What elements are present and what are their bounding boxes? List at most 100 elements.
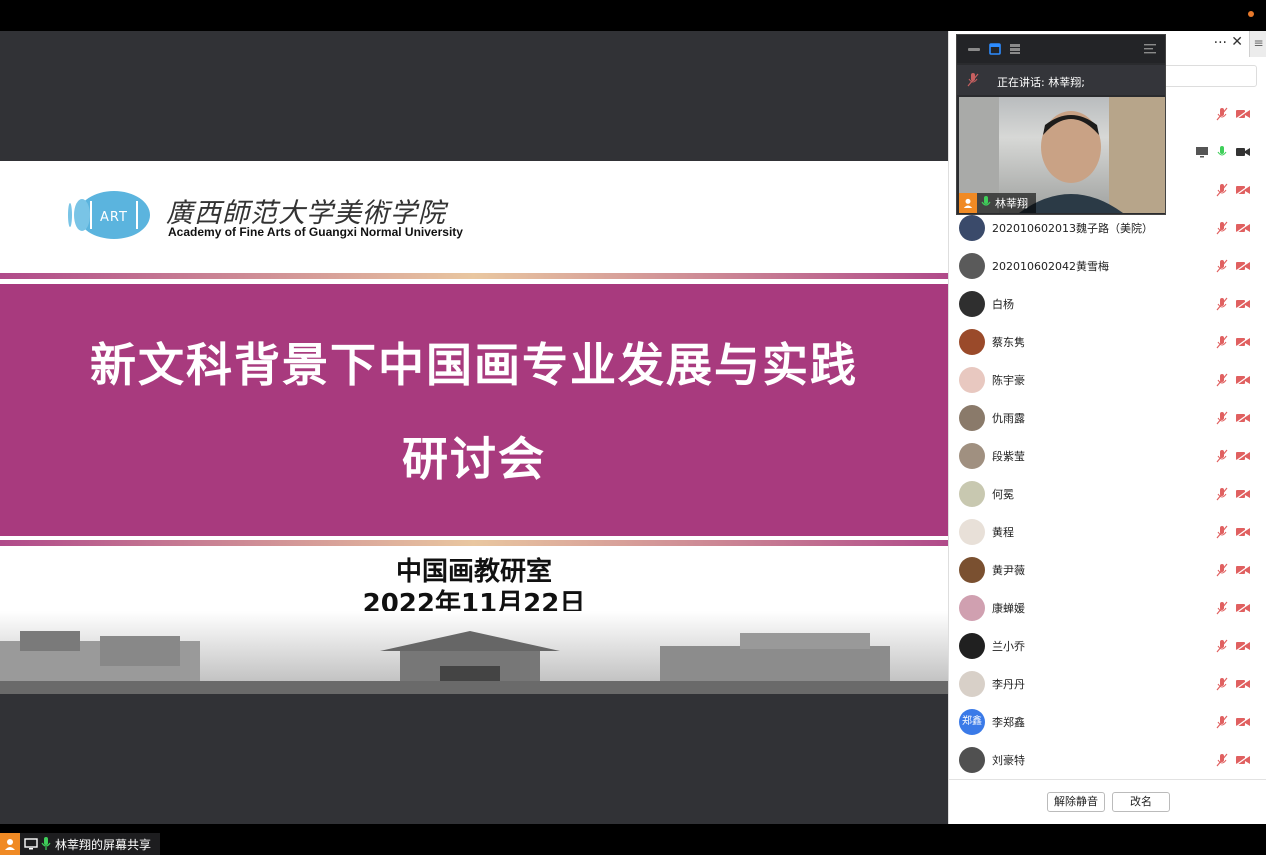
participant-row[interactable]: 康蝉媛 (949, 589, 1266, 627)
microphone-icon (1217, 146, 1227, 156)
close-icon[interactable]: ✕ (1231, 34, 1243, 50)
video-off-icon (1235, 374, 1251, 386)
participant-row[interactable]: 仇雨露 (949, 399, 1266, 437)
video-off-icon (1235, 108, 1251, 120)
participant-row[interactable]: 陈宇豪 (949, 361, 1266, 399)
muted-microphone-icon (1216, 335, 1228, 349)
slide-title-line1: 新文科背景下中国画专业发展与实践 (90, 338, 858, 392)
video-off-icon (1235, 450, 1251, 462)
participant-row[interactable]: 黄尹薇 (949, 551, 1266, 589)
rename-button[interactable]: 改名 (1112, 792, 1170, 812)
muted-microphone-icon (1216, 449, 1228, 463)
video-off-icon (1235, 488, 1251, 500)
logo-english-name: Academy of Fine Arts of Guangxi Normal U… (168, 225, 463, 239)
video-off-icon (1235, 678, 1251, 690)
slide-divider-bottom (0, 540, 948, 546)
screen-share-icon (24, 838, 38, 850)
video-off-icon (1235, 640, 1251, 652)
muted-microphone-icon (967, 73, 979, 87)
participant-row[interactable]: 兰小乔 (949, 627, 1266, 665)
panel-menu-icon[interactable]: ≡ (1249, 31, 1266, 57)
now-speaking-bar: 正在讲话: 林莘翔; (957, 65, 1165, 95)
speaker-window-toolbar (957, 35, 1165, 63)
window-top-bar (0, 0, 1266, 31)
muted-microphone-icon (1216, 259, 1228, 273)
participant-name: 康蝉媛 (992, 602, 1025, 615)
participant-row[interactable]: 黄程 (949, 513, 1266, 551)
participant-row[interactable]: 何冕 (949, 475, 1266, 513)
muted-microphone-icon (1216, 183, 1228, 197)
slide-title-line2: 研讨会 (402, 432, 546, 486)
video-off-icon (1235, 184, 1251, 196)
participant-name: 蔡东隽 (992, 336, 1025, 349)
muted-microphone-icon (1216, 297, 1228, 311)
avatar (959, 215, 985, 241)
muted-microphone-icon (1216, 677, 1228, 691)
participant-name: 白杨 (992, 298, 1014, 311)
participant-search-input[interactable] (1159, 65, 1257, 87)
unmute-all-button[interactable]: 解除静音 (1047, 792, 1105, 812)
avatar (959, 481, 985, 507)
muted-microphone-icon (1216, 487, 1228, 501)
participant-name: 仇雨露 (992, 412, 1025, 425)
participant-row[interactable]: 刘豪特 (949, 741, 1266, 779)
slide-divider-top (0, 273, 948, 279)
participant-row[interactable]: 202010602042黄雪梅 (949, 247, 1266, 285)
muted-microphone-icon (1216, 563, 1228, 577)
avatar (959, 405, 985, 431)
muted-microphone-icon (1216, 601, 1228, 615)
participant-name: 202010602042黄雪梅 (992, 260, 1109, 273)
user-icon (0, 833, 20, 855)
art-logo-icon: ART (68, 191, 150, 239)
active-speaker-window[interactable]: 正在讲话: 林莘翔; 林莘翔 (956, 34, 1166, 215)
muted-microphone-icon (1216, 525, 1228, 539)
more-options-icon[interactable]: ··· (1214, 35, 1227, 51)
participant-name: 兰小乔 (992, 640, 1025, 653)
slide-title-band (0, 284, 948, 536)
collapse-panel-icon[interactable] (1143, 43, 1157, 55)
avatar (959, 671, 985, 697)
screen-share-icon (1196, 147, 1208, 158)
microphone-icon (41, 837, 51, 850)
screen-share-label: 林莘翔的屏幕共享 (55, 837, 152, 852)
status-dot-icon (1248, 11, 1254, 17)
minimize-icon[interactable] (967, 44, 981, 54)
participant-name: 黄尹薇 (992, 564, 1025, 577)
avatar (959, 747, 985, 773)
participant-row[interactable]: 李丹丹 (949, 665, 1266, 703)
participant-name: 202010602013魏子路（美院） (992, 222, 1153, 235)
video-off-icon (1235, 298, 1251, 310)
speaker-name-tag: 林莘翔 (959, 193, 1036, 213)
participants-panel-footer: 解除静音 改名 (949, 779, 1266, 824)
user-icon (959, 193, 977, 213)
muted-microphone-icon (1216, 639, 1228, 653)
participant-row[interactable]: 白杨 (949, 285, 1266, 323)
shared-screen-stage: ART 廣西師范大学美術学院 Academy of Fine Arts of G… (0, 31, 948, 855)
campus-skyline-illustration (0, 611, 948, 694)
muted-microphone-icon (1216, 373, 1228, 387)
video-off-icon (1235, 336, 1251, 348)
video-off-icon (1235, 260, 1251, 272)
muted-microphone-icon (1216, 715, 1228, 729)
logo-mark-text: ART (100, 210, 128, 225)
avatar (959, 329, 985, 355)
participant-name: 黄程 (992, 526, 1014, 539)
avatar (959, 595, 985, 621)
speaker-view-icon[interactable] (989, 43, 1001, 55)
video-camera-icon (1236, 148, 1250, 156)
avatar (959, 443, 985, 469)
participant-name: 段紫莹 (992, 450, 1025, 463)
participant-row[interactable]: 蔡东隽 (949, 323, 1266, 361)
participant-row[interactable]: 郑鑫 李郑鑫 (949, 703, 1266, 741)
gallery-view-icon[interactable] (1009, 43, 1021, 55)
avatar (959, 291, 985, 317)
participant-row[interactable]: 段紫莹 (949, 437, 1266, 475)
avatar (959, 519, 985, 545)
university-logo: ART 廣西師范大学美術学院 Academy of Fine Arts of G… (68, 187, 468, 247)
participant-name: 刘豪特 (992, 754, 1025, 767)
participant-name: 李郑鑫 (992, 716, 1025, 729)
participant-name: 李丹丹 (992, 678, 1025, 691)
microphone-icon (981, 196, 991, 206)
avatar (959, 253, 985, 279)
video-off-icon (1235, 526, 1251, 538)
